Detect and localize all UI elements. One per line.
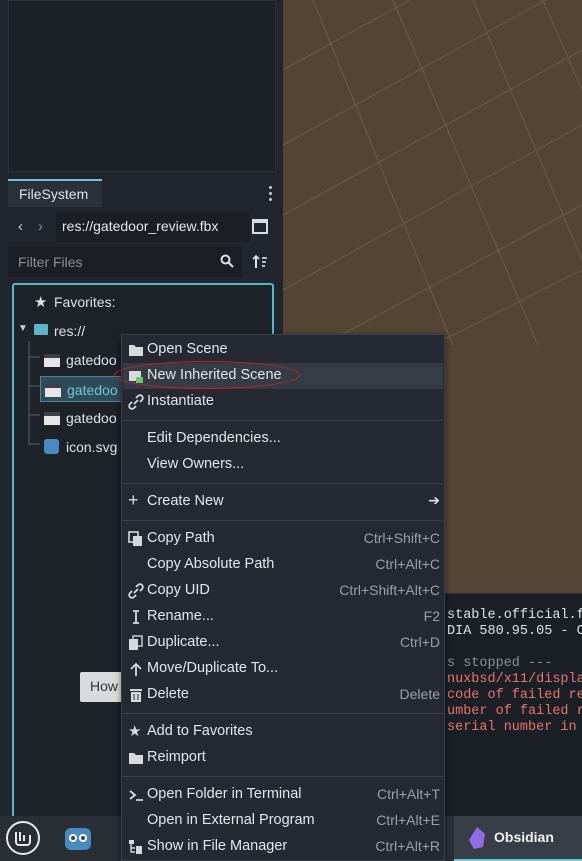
menu-item-instantiate[interactable]: Instantiate bbox=[123, 389, 443, 415]
root-label: res:// bbox=[54, 323, 86, 339]
folder-open-icon bbox=[129, 345, 143, 356]
scene-icon bbox=[44, 354, 60, 367]
menu-item-copy-path[interactable]: Copy Path Ctrl+Shift+C bbox=[123, 526, 443, 552]
menu-item-reimport[interactable]: Reimport bbox=[123, 745, 443, 771]
menu-item-view-owners[interactable]: View Owners... bbox=[123, 452, 443, 478]
filter-row bbox=[8, 247, 276, 277]
favorites-label: Favorites: bbox=[54, 294, 116, 310]
godot-app-icon[interactable] bbox=[62, 822, 94, 854]
obsidian-icon bbox=[469, 827, 485, 849]
move-icon bbox=[130, 662, 142, 676]
menu-separator bbox=[123, 776, 443, 777]
file-manager-icon bbox=[129, 840, 142, 854]
submenu-arrow-icon: ➔ bbox=[428, 492, 440, 508]
folder-icon bbox=[34, 324, 48, 335]
output-line: DIA 580.95.05 - Co bbox=[447, 624, 582, 639]
output-line: code of failed req bbox=[447, 688, 582, 703]
link-icon bbox=[128, 394, 144, 410]
rename-icon bbox=[133, 610, 139, 624]
godot-icon bbox=[44, 439, 59, 454]
split-view-icon[interactable] bbox=[252, 219, 268, 234]
menu-item-duplicate[interactable]: Duplicate... Ctrl+D bbox=[123, 630, 443, 656]
obsidian-taskbar-item[interactable]: Obsidian bbox=[454, 816, 582, 861]
output-line: nuxbsd/x11/display bbox=[447, 672, 582, 687]
menu-item-create-new[interactable]: + Create New ➔ bbox=[123, 489, 443, 515]
sort-icon[interactable] bbox=[252, 254, 268, 270]
output-line: stable.official.fc bbox=[447, 608, 582, 623]
filter-files-input[interactable] bbox=[12, 251, 207, 273]
tab-filesystem[interactable]: FileSystem bbox=[8, 179, 102, 207]
menu-separator bbox=[123, 420, 443, 421]
trash-icon bbox=[130, 689, 142, 702]
menu-item-move-duplicate-to[interactable]: Move/Duplicate To... bbox=[123, 656, 443, 682]
chevron-down-icon[interactable]: ▼ bbox=[18, 323, 28, 334]
filter-box bbox=[8, 247, 242, 277]
back-arrow-icon[interactable]: ‹ bbox=[18, 218, 23, 235]
file-label: gatedoo bbox=[66, 352, 117, 368]
menu-item-delete[interactable]: Delete Delete bbox=[123, 682, 443, 708]
dock-menu-icon[interactable] bbox=[264, 185, 276, 203]
menu-item-open-folder-in-terminal[interactable]: Open Folder in Terminal Ctrl+Alt+T bbox=[123, 782, 443, 808]
linux-mint-menu-icon[interactable] bbox=[6, 821, 40, 855]
menu-separator bbox=[123, 713, 443, 714]
file-label: gatedoo bbox=[66, 410, 117, 426]
menu-item-edit-dependencies[interactable]: Edit Dependencies... bbox=[123, 426, 443, 452]
red-annotation-ellipse bbox=[114, 361, 300, 389]
context-menu: Open Scene New Inherited Scene Instantia… bbox=[121, 334, 445, 861]
terminal-icon bbox=[129, 790, 143, 801]
menu-item-add-to-favorites[interactable]: ★ Add to Favorites bbox=[123, 719, 443, 745]
menu-separator bbox=[123, 520, 443, 521]
reimport-icon bbox=[129, 753, 143, 764]
output-line: s stopped --- bbox=[447, 656, 553, 671]
file-label: gatedoo bbox=[67, 382, 118, 398]
plus-icon: + bbox=[128, 490, 139, 510]
menu-separator bbox=[123, 483, 443, 484]
output-line: serial number in o bbox=[447, 720, 582, 735]
path-field[interactable]: res://gatedoor_review.fbx bbox=[56, 212, 250, 242]
link-icon bbox=[128, 583, 144, 599]
forward-arrow-icon[interactable]: › bbox=[38, 218, 43, 235]
menu-item-rename[interactable]: Rename... F2 bbox=[123, 604, 443, 630]
file-label: icon.svg bbox=[66, 439, 118, 455]
filesystem-tabbar: FileSystem bbox=[0, 179, 283, 207]
output-line: umber of failed re bbox=[447, 704, 582, 719]
star-icon: ★ bbox=[128, 723, 142, 740]
menu-item-open-scene[interactable]: Open Scene bbox=[123, 337, 443, 363]
copy-icon bbox=[128, 531, 142, 546]
scene-tree-panel bbox=[8, 0, 276, 172]
obsidian-label: Obsidian bbox=[494, 829, 554, 845]
duplicate-icon bbox=[129, 635, 143, 650]
scene-icon bbox=[44, 412, 60, 425]
path-navigation: ‹ › res://gatedoor_review.fbx bbox=[8, 212, 276, 242]
menu-item-copy-absolute-path[interactable]: Copy Absolute Path Ctrl+Alt+C bbox=[123, 552, 443, 578]
scene-icon bbox=[45, 384, 61, 397]
tree-item-favorites[interactable]: ★ Favorites: bbox=[14, 289, 272, 315]
menu-item-show-in-file-manager[interactable]: Show in File Manager Ctrl+Alt+R bbox=[123, 834, 443, 860]
menu-item-open-in-external-program[interactable]: Open in External Program Ctrl+Alt+E bbox=[123, 808, 443, 834]
search-icon[interactable] bbox=[220, 254, 234, 268]
star-icon: ★ bbox=[34, 294, 48, 311]
menu-item-copy-uid[interactable]: Copy UID Ctrl+Shift+Alt+C bbox=[123, 578, 443, 604]
